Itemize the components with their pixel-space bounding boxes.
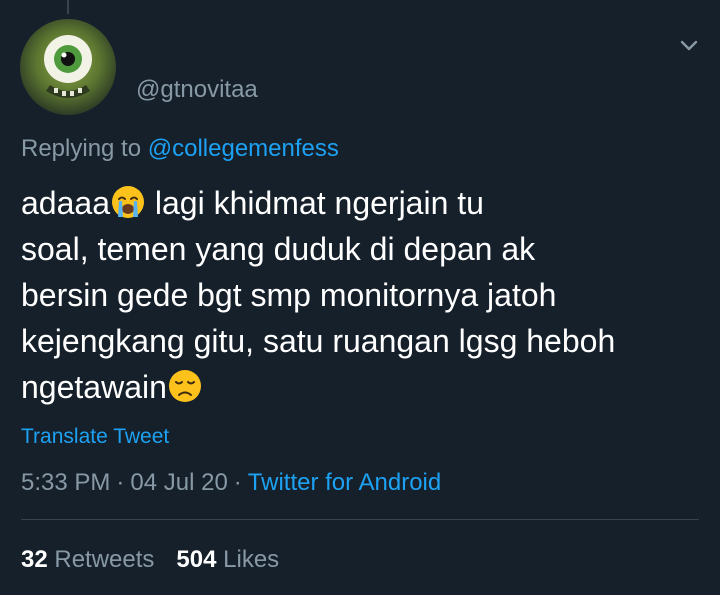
tweet-text: adaaa lagi khidmat ngerjain tu soal, tem… [21, 180, 711, 410]
meta-separator: · [233, 469, 242, 496]
disappointed-face-emoji-icon [167, 368, 203, 404]
likes-label: Likes [223, 546, 280, 573]
likes-stat[interactable]: 504 Likes [176, 546, 279, 573]
replying-to-label: Replying to [21, 135, 142, 162]
avatar[interactable] [20, 19, 116, 115]
retweets-count: 32 [21, 546, 48, 573]
tweet-meta: 5:33 PM · 04 Jul 20 · Twitter for Android [21, 468, 441, 498]
tweet-source-link[interactable]: Twitter for Android [248, 469, 441, 496]
retweets-stat[interactable]: 32 Retweets [21, 546, 154, 573]
author-handle[interactable]: @gtnovitaa [136, 76, 258, 104]
tweet-text-segment: ngetawain [21, 369, 167, 405]
tweet-text-segment: lagi khidmat ngerjain tu [145, 185, 484, 221]
likes-count: 504 [176, 546, 217, 573]
thread-connector-line [67, 0, 69, 14]
crying-face-emoji-icon [110, 184, 146, 220]
retweets-label: Retweets [54, 546, 155, 573]
translate-tweet-link[interactable]: Translate Tweet [21, 424, 169, 450]
tweet-line-5: ngetawain [21, 364, 711, 410]
replying-to: Replying to @collegemenfess [21, 135, 339, 163]
avatar-image [44, 35, 92, 98]
meta-separator: · [116, 469, 125, 496]
tweet-line-3: bersin gede bgt smp monitornya jatoh [21, 277, 557, 313]
tweet-line-2: soal, temen yang duduk di depan ak [21, 231, 536, 267]
tweet-text-segment: adaaa [21, 185, 110, 221]
tweet-date: 04 Jul 20 [130, 469, 228, 496]
tweet-line-4: kejengkang gitu, satu ruangan lgsg heboh [21, 323, 616, 359]
replying-to-mention[interactable]: @collegemenfess [148, 135, 339, 162]
tweet-stats: 32 Retweets 504 Likes [21, 545, 279, 575]
divider [21, 519, 699, 520]
tweet-time: 5:33 PM [21, 469, 111, 496]
tweet-line-1: adaaa lagi khidmat ngerjain tu [21, 180, 711, 226]
chevron-down-icon[interactable] [678, 34, 700, 56]
